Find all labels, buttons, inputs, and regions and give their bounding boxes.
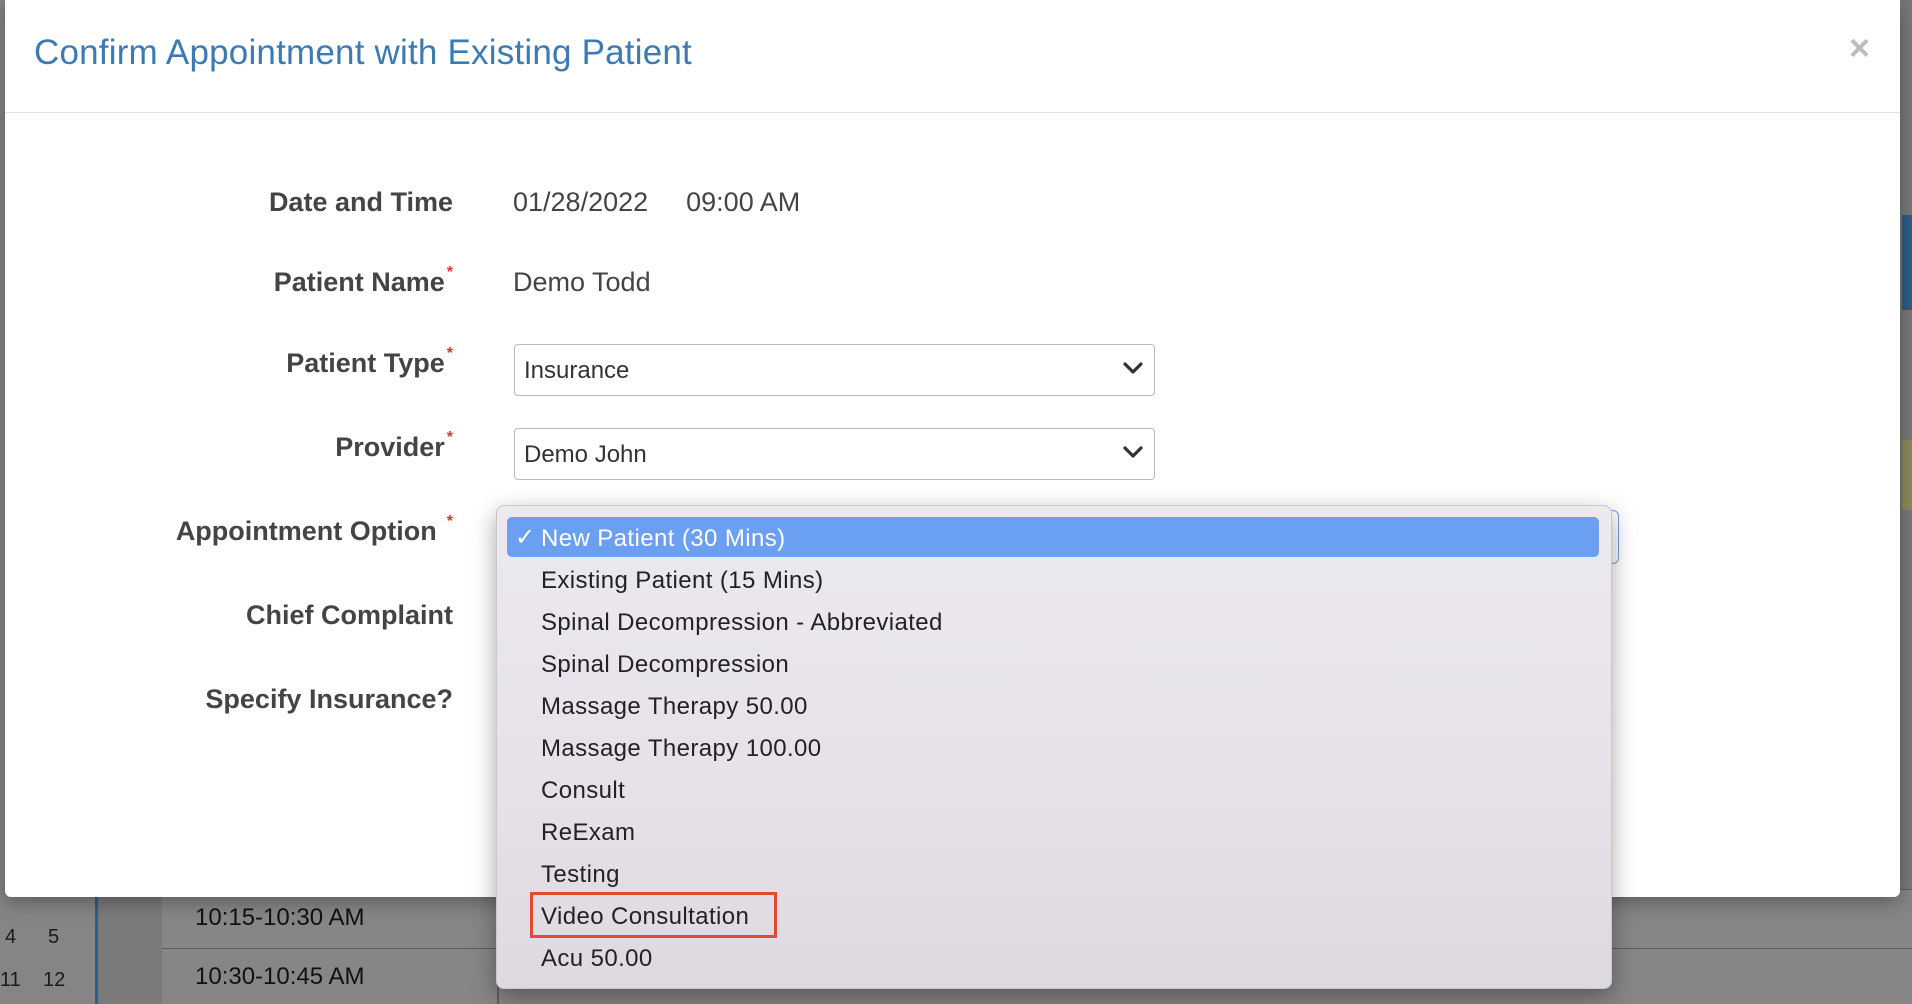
dropdown-option-spinal-decompression-abbreviated[interactable]: Spinal Decompression - Abbreviated <box>507 601 1599 641</box>
option-label: Spinal Decompression <box>541 651 790 678</box>
option-label: Massage Therapy 100.00 <box>541 735 822 762</box>
chief-complaint-label: Chief Complaint <box>246 600 453 631</box>
dropdown-option-existing-patient[interactable]: Existing Patient (15 Mins) <box>507 559 1599 599</box>
dropdown-option-massage-therapy-100[interactable]: Massage Therapy 100.00 <box>507 727 1599 767</box>
patient-name-value: Demo Todd <box>513 267 651 297</box>
chevron-down-icon <box>1123 362 1143 374</box>
appointment-date: 01/28/2022 <box>513 187 649 217</box>
date-time-value: 01/28/2022 09:00 AM <box>513 187 800 218</box>
day-number[interactable]: 12 <box>43 969 65 992</box>
specify-insurance-label: Specify Insurance? <box>205 684 453 715</box>
dropdown-option-consult[interactable]: Consult <box>507 769 1599 809</box>
required-marker: * <box>446 345 453 362</box>
option-label: Existing Patient (15 Mins) <box>541 567 824 594</box>
day-number[interactable]: 4 <box>5 926 16 949</box>
provider-label: Provider * <box>335 429 453 463</box>
label-text: Date and Time <box>268 187 453 217</box>
event-block <box>1902 215 1912 310</box>
time-slot-label: 10:30-10:45 AM <box>195 963 365 990</box>
option-label: Consult <box>541 777 626 804</box>
option-label: New Patient (30 Mins) <box>541 525 786 552</box>
day-number[interactable]: 5 <box>48 926 59 949</box>
patient-type-value: Insurance <box>524 357 630 384</box>
label-text: Appointment Option <box>175 516 437 546</box>
option-label: Spinal Decompression - Abbreviated <box>541 609 943 636</box>
required-marker: * <box>446 264 453 281</box>
close-icon[interactable]: × <box>1849 30 1870 66</box>
chevron-down-icon <box>1123 446 1143 458</box>
patient-type-label: Patient Type * <box>286 345 453 379</box>
appointment-time: 09:00 AM <box>686 187 801 217</box>
dropdown-option-testing[interactable]: Testing <box>507 853 1599 893</box>
dropdown-option-massage-therapy-50[interactable]: Massage Therapy 50.00 <box>507 685 1599 725</box>
dropdown-option-new-patient[interactable]: ✓ New Patient (30 Mins) <box>507 517 1599 557</box>
date-time-label: Date and Time <box>269 187 453 218</box>
patient-name-label: Patient Name * <box>273 264 453 298</box>
event-block <box>1902 440 1912 510</box>
option-label: ReExam <box>541 819 636 846</box>
required-marker: * <box>446 429 453 446</box>
dropdown-option-acu-50[interactable]: Acu 50.00 <box>507 937 1599 977</box>
modal-header: Confirm Appointment with Existing Patien… <box>5 0 1900 113</box>
checkmark-icon: ✓ <box>515 524 536 551</box>
required-marker: * <box>446 513 453 530</box>
option-label: Massage Therapy 50.00 <box>541 693 808 720</box>
day-number[interactable]: 11 <box>0 969 21 992</box>
option-label: Acu 50.00 <box>541 945 653 972</box>
annotation-highlight-box <box>530 892 777 938</box>
dropdown-option-reexam[interactable]: ReExam <box>507 811 1599 851</box>
appointment-option-label: Appointment Option * <box>175 513 453 547</box>
label-text: Chief Complaint <box>246 600 453 630</box>
label-text: Patient Name <box>273 267 445 297</box>
label-text: Specify Insurance? <box>205 684 453 714</box>
time-slot-label: 10:15-10:30 AM <box>195 904 365 931</box>
label-text: Patient Type <box>286 348 445 378</box>
patient-type-select[interactable]: Insurance <box>514 344 1155 396</box>
modal-title: Confirm Appointment with Existing Patien… <box>34 33 692 72</box>
provider-select[interactable]: Demo John <box>514 428 1155 480</box>
option-label: Testing <box>541 861 620 888</box>
provider-value: Demo John <box>524 441 647 468</box>
label-text: Provider <box>335 432 445 462</box>
dropdown-option-spinal-decompression[interactable]: Spinal Decompression <box>507 643 1599 683</box>
